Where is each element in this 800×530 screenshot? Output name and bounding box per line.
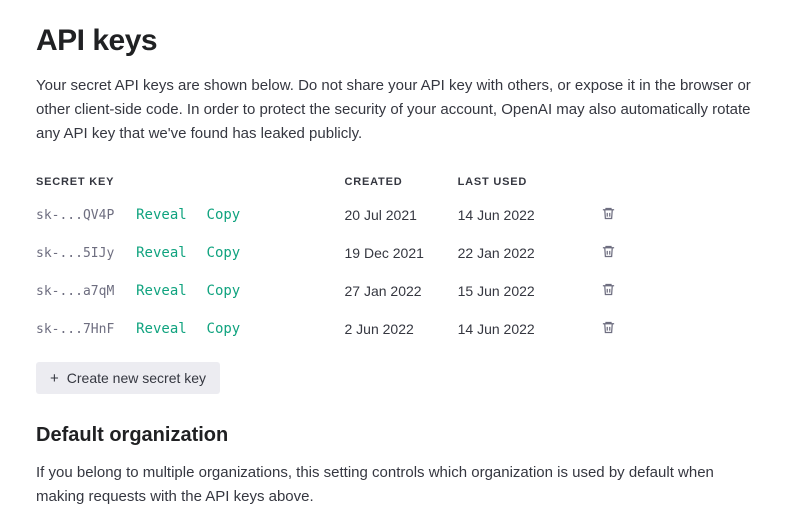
lastused-cell: 22 Jan 2022 [458,234,592,272]
masked-key: sk-...QV4P [36,208,114,223]
table-row: sk-...a7qM Reveal Copy 27 Jan 2022 15 Ju… [36,272,616,310]
copy-button[interactable]: Copy [207,245,241,261]
reveal-button[interactable]: Reveal [136,245,187,261]
trash-icon[interactable] [601,282,616,297]
table-row: sk-...5IJy Reveal Copy 19 Dec 2021 22 Ja… [36,234,616,272]
masked-key: sk-...5IJy [36,246,114,261]
masked-key: sk-...a7qM [36,284,114,299]
col-header-created: CREATED [345,168,458,196]
table-row: sk-...QV4P Reveal Copy 20 Jul 2021 14 Ju… [36,196,616,234]
reveal-button[interactable]: Reveal [136,283,187,299]
table-row: sk-...7HnF Reveal Copy 2 Jun 2022 14 Jun… [36,310,616,348]
created-cell: 19 Dec 2021 [345,234,458,272]
created-cell: 27 Jan 2022 [345,272,458,310]
copy-button[interactable]: Copy [207,283,241,299]
copy-button[interactable]: Copy [207,207,241,223]
default-org-description: If you belong to multiple organizations,… [36,461,764,509]
create-key-button[interactable]: + Create new secret key [36,362,220,394]
created-cell: 20 Jul 2021 [345,196,458,234]
lastused-cell: 15 Jun 2022 [458,272,592,310]
page-title: API keys [36,24,764,58]
lastused-cell: 14 Jun 2022 [458,196,592,234]
trash-icon[interactable] [601,244,616,259]
col-header-lastused: LAST USED [458,168,592,196]
trash-icon[interactable] [601,206,616,221]
masked-key: sk-...7HnF [36,322,114,337]
created-cell: 2 Jun 2022 [345,310,458,348]
lastused-cell: 14 Jun 2022 [458,310,592,348]
plus-icon: + [50,371,59,386]
copy-button[interactable]: Copy [207,321,241,337]
api-keys-table: SECRET KEY CREATED LAST USED sk-...QV4P … [36,168,616,348]
reveal-button[interactable]: Reveal [136,321,187,337]
trash-icon[interactable] [601,320,616,335]
default-org-heading: Default organization [36,424,764,447]
reveal-button[interactable]: Reveal [136,207,187,223]
col-header-secret: SECRET KEY [36,168,345,196]
page-description: Your secret API keys are shown below. Do… [36,74,764,146]
create-key-label: Create new secret key [67,370,206,386]
